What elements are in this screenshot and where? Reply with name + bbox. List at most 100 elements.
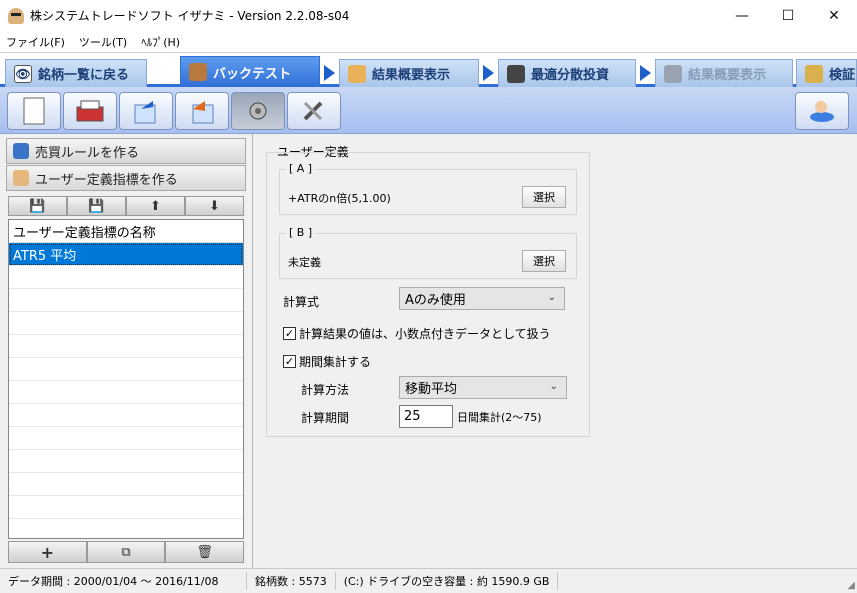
toolbar: [0, 87, 857, 134]
move-down-button[interactable]: ⬇: [185, 196, 244, 216]
arrow-down-icon: ⬇: [209, 198, 220, 214]
b-value: 未定義: [288, 256, 321, 269]
hand-icon: [348, 64, 366, 83]
list-item[interactable]: [9, 519, 243, 538]
arrow-right-icon: [640, 65, 651, 81]
b-select-button[interactable]: 選択: [522, 250, 566, 272]
tab-label: 検証: [829, 68, 856, 83]
list-item[interactable]: [9, 266, 243, 289]
period-input[interactable]: 25: [399, 405, 453, 428]
delete-button[interactable]: 🗑: [165, 541, 245, 563]
a-title: [ A ]: [286, 162, 316, 175]
open-folder-icon: [76, 100, 104, 122]
left-panel: 売買ルールを作る ユーザー定義指標を作る 💾 💾 ⬆ ⬇ ユーザー定義指標の名称…: [0, 134, 253, 568]
user-indicator-button[interactable]: ユーザー定義指標を作る: [6, 165, 246, 191]
method-value: 移動平均: [405, 382, 458, 397]
decimal-checkbox-row[interactable]: ✓ 計算結果の値は、小数点付きデータとして扱う: [283, 325, 551, 342]
copy-icon: ⧉: [121, 544, 131, 560]
list-item[interactable]: [9, 335, 243, 358]
list-toolbar: 💾 💾 ⬆ ⬇: [8, 196, 244, 216]
period-checkbox-row[interactable]: ✓ 期間集計する: [283, 353, 371, 370]
new-document-icon: [23, 97, 45, 125]
tools-button[interactable]: [287, 92, 341, 130]
maximize-button[interactable]: ☐: [765, 0, 811, 31]
save-button[interactable]: 💾: [8, 196, 67, 216]
help-button[interactable]: [795, 92, 849, 130]
add-button[interactable]: +: [8, 541, 87, 563]
tab-optimal-portfolio[interactable]: 最適分散投資: [498, 59, 636, 87]
menu-file[interactable]: ファイル(F): [6, 34, 65, 50]
tab-verify[interactable]: 検証: [796, 59, 857, 87]
list-item[interactable]: [9, 312, 243, 335]
tab-result-summary[interactable]: 結果概要表示: [339, 59, 479, 87]
move-up-button[interactable]: ⬆: [126, 196, 185, 216]
status-disk: (C:) ドライブの空き容量 : 約 1590.9 GB: [336, 572, 559, 590]
open-button[interactable]: [63, 92, 117, 130]
trading-rules-label: 売買ルールを作る: [35, 145, 140, 161]
close-button[interactable]: ✕: [811, 0, 857, 31]
save-as-button[interactable]: 💾: [67, 196, 126, 216]
tab-result-summary-2[interactable]: 結果概要表示: [655, 59, 793, 87]
minimize-button[interactable]: —: [719, 0, 765, 31]
resize-grip-icon[interactable]: ◢: [847, 580, 855, 591]
list-item[interactable]: [9, 289, 243, 312]
a-value: +ATRのn倍(5,1.00): [288, 192, 391, 205]
trading-rules-button[interactable]: 売買ルールを作る: [6, 138, 246, 164]
tab-stock-list[interactable]: 👁 銘柄一覧に戻る: [5, 59, 147, 87]
settings-gear-icon: [249, 102, 267, 120]
tab-backtest[interactable]: バックテスト: [180, 56, 320, 87]
chat-hand-icon: [810, 101, 834, 122]
plus-icon: +: [40, 542, 55, 562]
list-item[interactable]: [9, 427, 243, 450]
list-item[interactable]: [9, 473, 243, 496]
period-label: 計算期間: [301, 411, 350, 425]
b-title: [ B ]: [286, 226, 316, 239]
tab-label: 結果概要表示: [372, 68, 451, 83]
grid-icon: [507, 64, 525, 83]
export-icon: [134, 101, 156, 124]
menu-tools[interactable]: ツール(T): [79, 34, 127, 50]
list-item[interactable]: [9, 381, 243, 404]
menu-bar: ファイル(F) ツール(T) ﾍﾙﾌﾟ(H): [0, 31, 857, 53]
period-check-label: 期間集計する: [299, 355, 372, 369]
method-select[interactable]: 移動平均 ⌄: [399, 376, 567, 399]
arrow-right-icon: [483, 65, 494, 81]
indicator-list[interactable]: ユーザー定義指標の名称 ATR5 平均: [8, 219, 244, 539]
list-item[interactable]: [9, 358, 243, 381]
formula-select[interactable]: Aのみ使用 ⌄: [399, 287, 565, 310]
list-item[interactable]: [9, 450, 243, 473]
eye-icon: 👁: [14, 64, 32, 83]
a-definition-box: [ A ] +ATRのn倍(5,1.00) 選択: [279, 162, 577, 215]
a-select-button[interactable]: 選択: [522, 186, 566, 208]
new-document-button[interactable]: [7, 92, 61, 130]
tab-label: 銘柄一覧に戻る: [38, 68, 130, 83]
decimal-label: 計算結果の値は、小数点付きデータとして扱う: [299, 327, 551, 341]
list-item[interactable]: [9, 496, 243, 519]
method-label: 計算方法: [301, 383, 350, 397]
formula-label: 計算式: [283, 295, 320, 309]
import-button[interactable]: [175, 92, 229, 130]
user-icon: [13, 170, 29, 186]
rules-icon: [13, 143, 29, 159]
right-panel: ユーザー定義 [ A ] +ATRのn倍(5,1.00) 選択 [ B ] 未定…: [254, 134, 857, 568]
period-checkbox[interactable]: ✓: [283, 355, 296, 368]
b-definition-box: [ B ] 未定義 選択: [279, 226, 577, 279]
copy-button[interactable]: ⧉: [86, 541, 166, 563]
period-hint: 日間集計(2〜75): [457, 411, 542, 424]
settings-button[interactable]: [231, 92, 285, 130]
export-button[interactable]: [119, 92, 173, 130]
tab-label: バックテスト: [213, 66, 292, 82]
notebook-icon: [805, 64, 823, 83]
status-count: 銘柄数 : 5573: [247, 572, 336, 590]
tab-strip: 👁 銘柄一覧に戻る バックテスト 結果概要表示 最適分散投資 結果概要表示 検証: [0, 53, 857, 87]
chevron-down-icon: ⌄: [547, 292, 556, 303]
list-item[interactable]: ATR5 平均: [9, 243, 243, 266]
chevron-down-icon: ⌄: [549, 381, 558, 392]
import-icon: [192, 101, 214, 124]
list-item[interactable]: [9, 404, 243, 427]
title-bar: 株システムトレードソフト イザナミ - Version 2.2.08-s04 —…: [0, 0, 857, 31]
decimal-checkbox[interactable]: ✓: [283, 327, 296, 340]
arrow-right-icon: [324, 65, 335, 81]
menu-help[interactable]: ﾍﾙﾌﾟ(H): [141, 34, 180, 50]
status-bar: データ期間 : 2000/01/04 〜 2016/11/08 銘柄数 : 55…: [0, 568, 857, 593]
